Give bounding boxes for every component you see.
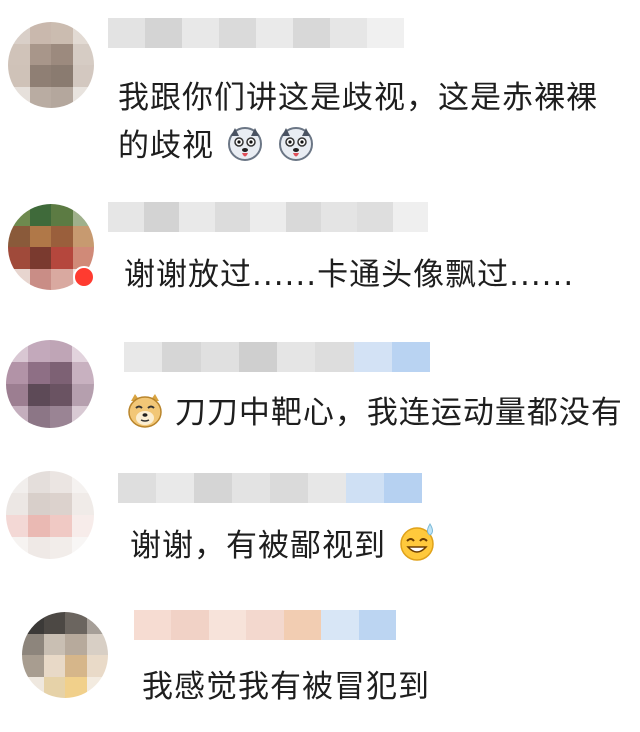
comment-text: 的歧视: [118, 122, 316, 177]
comment-item-4: 谢谢，有被鄙视到: [0, 465, 640, 595]
username-blurred[interactable]: [124, 342, 430, 372]
avatar[interactable]: [6, 340, 94, 428]
avatar[interactable]: [22, 612, 108, 698]
comment-text: 我感觉我有被冒犯到: [142, 663, 430, 712]
husky-emoji-icon: [225, 126, 265, 177]
verified-badge-icon: [73, 266, 95, 288]
comment-text-line-1: 我跟你们讲这是歧视，这是赤裸裸: [118, 80, 598, 116]
username-blurred[interactable]: [108, 18, 404, 48]
comment-text: 谢谢，有被鄙视到: [130, 522, 439, 577]
comment-text-line-1: 谢谢放过......卡通头像飘过......: [124, 257, 575, 293]
comment-text-line-2: 的歧视: [118, 128, 214, 164]
husky-emoji-icon: [276, 126, 316, 177]
comment-text-line-1: 刀刀中靶心，我连运动量都没有: [174, 395, 623, 431]
username-blurred[interactable]: [118, 473, 422, 503]
comment-item-5: 我感觉我有被冒犯到: [0, 600, 640, 732]
avatar[interactable]: [8, 22, 94, 108]
comment-item-3: 刀刀中靶心，我连运动量都没有: [0, 330, 640, 460]
sweat-smile-emoji-icon: [397, 522, 439, 577]
comment-text: 我跟你们讲这是歧视，这是赤裸裸: [118, 74, 598, 123]
username-blurred[interactable]: [108, 202, 428, 232]
avatar[interactable]: [6, 471, 94, 559]
comment-text: 刀刀中靶心，我连运动量都没有: [126, 389, 623, 444]
comment-item-2: 谢谢放过......卡通头像飘过......: [0, 190, 640, 310]
comment-text-line-1: 谢谢，有被鄙视到: [130, 528, 386, 564]
comment-item-1: 我跟你们讲这是歧视，这是赤裸裸 的歧视: [0, 0, 640, 175]
username-blurred[interactable]: [134, 610, 396, 640]
comment-text: 谢谢放过......卡通头像飘过......: [124, 251, 574, 300]
doge-emoji-icon: [126, 393, 164, 444]
comment-text-line-1: 我感觉我有被冒犯到: [142, 669, 430, 705]
